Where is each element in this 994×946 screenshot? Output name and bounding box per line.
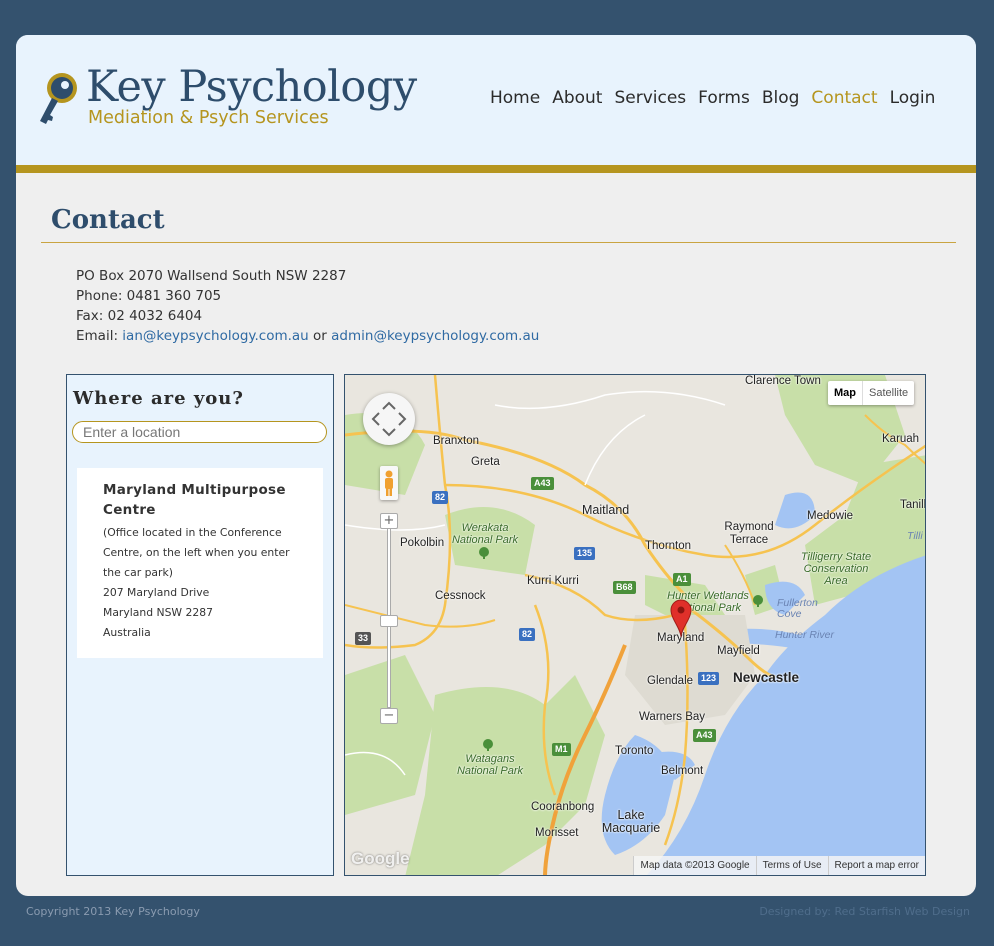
page-card: Key Psychology Mediation & Psych Service… [16, 35, 976, 896]
park-tree-icon [479, 547, 489, 559]
contact-phone: Phone: 0481 360 705 [76, 288, 222, 304]
map-type-satellite-button[interactable]: Satellite [863, 381, 914, 405]
location-details: (Office located in the Conference Centre… [103, 523, 303, 643]
header-divider [16, 165, 976, 173]
map-label-pokolbin: Pokolbin [400, 537, 445, 549]
map-label-toronto: Toronto [615, 745, 654, 757]
route-shield-135: 135 [574, 547, 596, 560]
map-label-watagans: Watagans National Park [456, 753, 524, 777]
email-link-ian[interactable]: ian@keypsychology.com.au [122, 328, 308, 344]
nav-login[interactable]: Login [890, 88, 936, 108]
map-label-tilli: Tilli [907, 530, 923, 542]
map-label-maitland: Maitland [582, 503, 630, 517]
email-link-admin[interactable]: admin@keypsychology.com.au [331, 328, 539, 344]
map-label-morisset: Morisset [535, 827, 579, 839]
contact-address: PO Box 2070 Wallsend South NSW 2287 [76, 268, 347, 284]
pan-control[interactable] [363, 393, 415, 445]
route-shield-82-mid: 82 [519, 628, 536, 641]
route-shield-82: 82 [432, 491, 449, 504]
nav-contact[interactable]: Contact [811, 88, 877, 108]
location-marker-icon[interactable] [669, 599, 693, 637]
route-shield-a43: A43 [531, 477, 554, 490]
map-label-tanilba: Tanill [900, 499, 926, 511]
map-label-hunter-river: Hunter River [775, 629, 834, 641]
nav-forms[interactable]: Forms [698, 88, 750, 108]
pan-arrows-icon [371, 401, 407, 437]
map-label-mayfield: Mayfield [717, 645, 760, 657]
nav-home[interactable]: Home [490, 88, 540, 108]
map-label-newcastle: Newcastle [733, 670, 800, 685]
nav-about[interactable]: About [552, 88, 602, 108]
park-tree-icon [753, 595, 763, 607]
map-label-branxton: Branxton [433, 435, 480, 447]
site-header: Key Psychology Mediation & Psych Service… [16, 35, 976, 165]
site-title[interactable]: Key Psychology [86, 62, 417, 112]
footer-designer-credit[interactable]: Designed by: Red Starfish Web Design [759, 905, 970, 918]
map-label-lake-macquarie: Lake Macquarie [601, 808, 661, 835]
map-label-clarence-town: Clarence Town [745, 375, 821, 387]
site-subtitle: Mediation & Psych Services [88, 108, 329, 128]
location-note: (Office located in the Conference Centre… [103, 526, 290, 579]
zoom-slider-handle[interactable] [380, 615, 398, 627]
map-label-glendale: Glendale [647, 675, 694, 687]
nav-blog[interactable]: Blog [762, 88, 800, 108]
map-label-cooranbong: Cooranbong [531, 801, 595, 813]
map-label-kurri-kurri: Kurri Kurri [527, 575, 579, 587]
map-report-error-link[interactable]: Report a map error [827, 856, 925, 875]
route-shield-33: 33 [355, 632, 372, 645]
location-name: Maryland Multipurpose Centre [103, 482, 286, 518]
map-label-tilligerry: Tilligerry State Conservation Area [800, 551, 872, 587]
route-shield-a43-south: A43 [693, 729, 716, 742]
map-label-medowie: Medowie [807, 510, 854, 522]
map-label-greta: Greta [471, 456, 500, 468]
map-label-raymond-terrace: Raymond Terrace [724, 521, 774, 546]
map-type-map-button[interactable]: Map [828, 381, 863, 405]
google-map[interactable]: Clarence Town Branxton Greta Karuah Mait… [344, 374, 926, 876]
contact-email: Email: ian@keypsychology.com.au or admin… [76, 326, 539, 346]
map-terms-link[interactable]: Terms of Use [755, 856, 828, 875]
zoom-in-button[interactable]: + [380, 513, 398, 529]
park-tree-icon [483, 739, 493, 751]
map-label-belmont: Belmont [661, 765, 704, 777]
map-type-control: Map Satellite [828, 381, 915, 405]
contact-fax: Fax: 02 4032 6404 [76, 308, 203, 324]
locator-title: Where are you? [73, 388, 244, 409]
map-label-karuah: Karuah [882, 433, 920, 445]
contact-details: PO Box 2070 Wallsend South NSW 2287 Phon… [76, 266, 539, 346]
map-label-fullerton-cove: Fullerton Cove [777, 597, 818, 620]
location-search-input[interactable] [72, 421, 327, 443]
map-label-warners-bay: Warners Bay [639, 711, 706, 723]
email-separator: or [308, 328, 332, 344]
route-shield-123: 123 [698, 672, 720, 685]
map-tiles[interactable] [345, 375, 926, 876]
route-shield-b68: B68 [613, 581, 636, 594]
google-logo[interactable]: Google [351, 849, 410, 869]
map-label-werakata: Werakata National Park [451, 522, 519, 546]
page-title: Contact [51, 205, 165, 235]
route-shield-m1: M1 [552, 743, 571, 756]
map-label-thornton: Thornton [645, 540, 692, 552]
location-address-line2: Maryland NSW 2287 [103, 606, 214, 619]
main-nav: Home About Services Forms Blog Contact L… [490, 88, 935, 108]
nav-services[interactable]: Services [614, 88, 686, 108]
street-view-pegman-icon[interactable] [380, 466, 398, 500]
map-label-cessnock: Cessnock [435, 590, 486, 602]
route-shield-a1: A1 [673, 573, 691, 586]
location-result-card[interactable]: Maryland Multipurpose Centre (Office loc… [77, 468, 323, 658]
map-data-attribution: Map data ©2013 Google [633, 856, 755, 875]
map-attribution-bar: Map data ©2013 Google Terms of Use Repor… [633, 856, 925, 875]
store-locator-panel: Where are you? Maryland Multipurpose Cen… [66, 374, 334, 876]
zoom-out-button[interactable]: − [380, 708, 398, 724]
title-underline [41, 242, 956, 243]
location-address-line1: 207 Maryland Drive [103, 586, 210, 599]
key-logo-icon [40, 73, 77, 124]
email-label: Email: [76, 328, 123, 344]
footer-copyright: Copyright 2013 Key Psychology [26, 905, 200, 918]
location-country: Australia [103, 626, 151, 639]
